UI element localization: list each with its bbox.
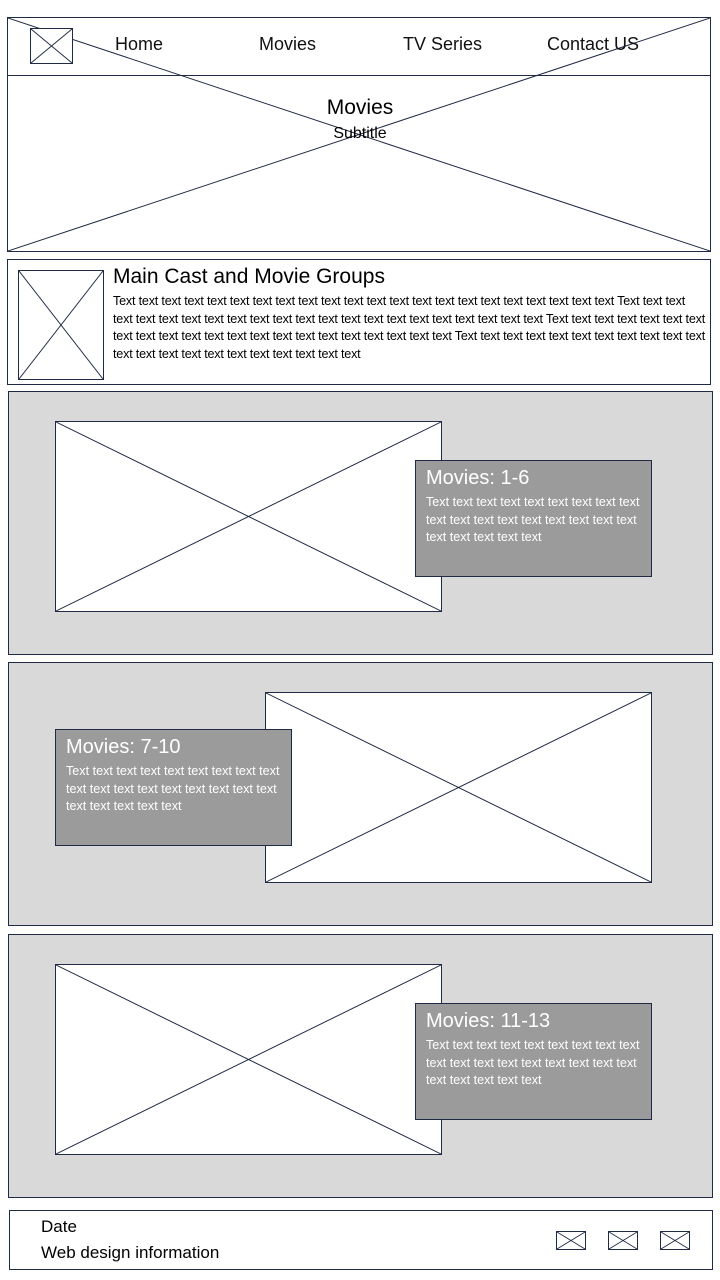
movies-section-3-title: Movies: 11-13 [426, 1010, 551, 1032]
footer-date: Date [41, 1217, 77, 1236]
footer-info: Web design information [41, 1243, 220, 1262]
social-icon-3[interactable] [660, 1231, 690, 1250]
movies-section-3-image-placeholder-icon [55, 964, 442, 1155]
nav-tv-series[interactable]: TV Series [403, 34, 482, 55]
movies-section-1-text: Text text text text text text text text … [426, 495, 640, 544]
movies-section-1-title: Movies: 1-6 [426, 467, 530, 489]
nav-movies[interactable]: Movies [259, 34, 316, 55]
movies-section-2-image-placeholder-icon [265, 692, 652, 883]
logo-placeholder-icon[interactable] [30, 28, 73, 64]
movies-section-2-title: Movies: 7-10 [66, 736, 181, 758]
intro-image-placeholder-icon [18, 270, 104, 380]
movies-section-2-text: Text text text text text text text text … [66, 764, 280, 813]
hero-title: Movies [326, 96, 394, 119]
nav-contact-us[interactable]: Contact US [547, 34, 639, 55]
intro-text: Text text text text text text text text … [113, 294, 706, 361]
movies-section-2-card[interactable]: Movies: 7-10 Text text text text text te… [55, 729, 292, 846]
social-icon-1[interactable] [556, 1231, 586, 1250]
movies-section-3-card[interactable]: Movies: 11-13 Text text text text text t… [415, 1003, 652, 1120]
nav-home[interactable]: Home [115, 34, 163, 55]
movies-section-1-card[interactable]: Movies: 1-6 Text text text text text tex… [415, 460, 652, 577]
movies-section-1-image-placeholder-icon [55, 421, 442, 612]
hero-subtitle: Subtitle [333, 125, 387, 142]
movies-section-3-text: Text text text text text text text text … [426, 1038, 640, 1087]
intro-heading: Main Cast and Movie Groups [113, 265, 385, 288]
social-icon-2[interactable] [608, 1231, 638, 1250]
